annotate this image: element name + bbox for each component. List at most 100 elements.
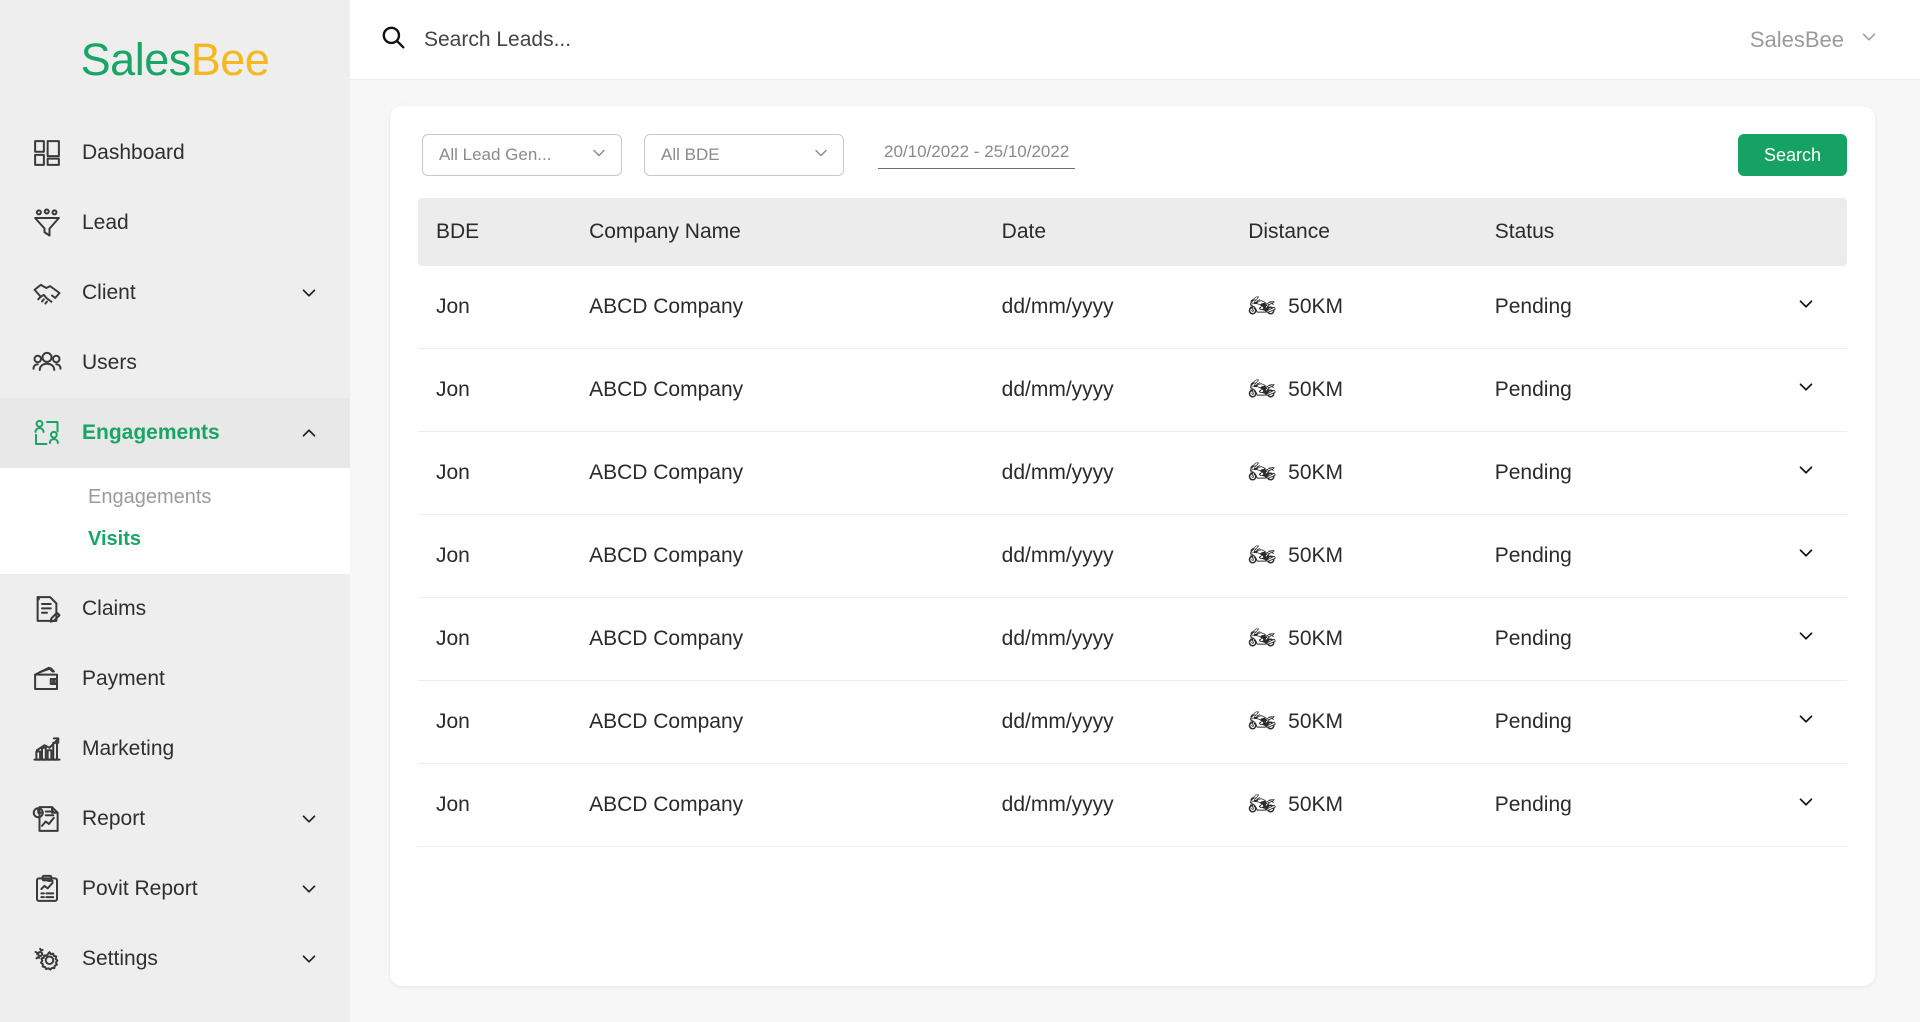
table-row[interactable]: Jon ABCD Company dd/mm/yyyy 🏍 50KM Pending <box>418 266 1847 349</box>
table-row[interactable]: Jon ABCD Company dd/mm/yyyy 🏍 50KM Pending <box>418 597 1847 681</box>
motorcycle-icon: 🏍 <box>1248 542 1277 567</box>
chevron-up-icon[interactable] <box>298 422 320 444</box>
table-row[interactable]: Jon ABCD Company dd/mm/yyyy 🏍 50KM Pending <box>418 431 1847 515</box>
sidebar-item-label: Dashboard <box>82 141 185 164</box>
sidebar-item-label: Engagements <box>82 421 220 444</box>
cell-company: ABCD Company <box>589 514 1002 598</box>
chevron-down-icon[interactable] <box>298 948 320 970</box>
chevron-down-icon[interactable] <box>298 282 320 304</box>
main-area: SalesBee All Lead Gen... All BDE <box>350 0 1920 1022</box>
sidebar-item-dashboard[interactable]: Dashboard <box>0 118 350 188</box>
search-input[interactable] <box>424 27 924 52</box>
cell-expand <box>1726 763 1847 847</box>
column-header-company: Company Name <box>589 220 741 243</box>
sidebar-item-label: Lead <box>82 211 129 234</box>
gear-icon <box>32 944 72 974</box>
user-menu[interactable]: SalesBee <box>1750 26 1880 53</box>
cell-date: dd/mm/yyyy <box>1001 763 1249 847</box>
cell-bde: Jon <box>418 514 590 598</box>
lead-gen-value: All Lead Gen... <box>439 145 552 164</box>
sidebar-item-lead[interactable]: Lead <box>0 188 350 258</box>
sidebar-item-label: Users <box>82 351 137 374</box>
distance-value: 50KM <box>1288 793 1343 816</box>
search-icon <box>380 24 406 55</box>
sidebar-item-payment[interactable]: Payment <box>0 644 350 714</box>
cell-status: Pending <box>1494 348 1727 432</box>
bde-value: All BDE <box>661 145 720 164</box>
table-row[interactable]: Jon ABCD Company dd/mm/yyyy 🏍 50KM Pending <box>418 514 1847 598</box>
cell-expand <box>1726 680 1847 764</box>
column-header-expand <box>1726 198 1847 266</box>
sidebar-item-label: Client <box>82 281 136 304</box>
app-logo[interactable]: SalesBee <box>0 0 350 118</box>
sidebar-submenu-engagements: Engagements Visits <box>0 468 350 574</box>
column-header-distance: Distance <box>1248 220 1330 243</box>
topbar: SalesBee <box>350 0 1920 80</box>
sidebar-item-users[interactable]: Users <box>0 328 350 398</box>
sidebar-item-label: Payment <box>82 667 165 690</box>
table-row[interactable]: Jon ABCD Company dd/mm/yyyy 🏍 50KM Pending <box>418 763 1847 847</box>
distance-value: 50KM <box>1288 378 1343 401</box>
cell-distance: 🏍 50KM <box>1248 348 1495 432</box>
bde-select[interactable]: All BDE <box>644 134 844 176</box>
date-range-picker[interactable]: 20/10/2022 - 25/10/2022 <box>878 142 1076 169</box>
lead-gen-select[interactable]: All Lead Gen... <box>422 134 622 176</box>
cell-company: ABCD Company <box>589 597 1002 681</box>
cell-date: dd/mm/yyyy <box>1001 348 1249 432</box>
column-header-bde: BDE <box>436 220 480 243</box>
motorcycle-icon: 🏍 <box>1248 708 1277 733</box>
sidebar-subitem-visits[interactable]: Visits <box>0 518 350 560</box>
cell-status: Pending <box>1494 431 1727 515</box>
cell-date: dd/mm/yyyy <box>1001 431 1249 515</box>
cell-expand <box>1726 514 1847 598</box>
table-row[interactable]: Jon ABCD Company dd/mm/yyyy 🏍 50KM Pending <box>418 348 1847 432</box>
logo-text-bee: Bee <box>190 33 270 85</box>
user-name: SalesBee <box>1749 26 1844 52</box>
sidebar-item-label: Report <box>82 807 146 830</box>
search-button[interactable]: Search <box>1737 134 1847 176</box>
row-expand-chevron-down-icon[interactable] <box>1795 459 1817 481</box>
motorcycle-icon: 🏍 <box>1248 625 1277 650</box>
table-head: BDE Company Name Date Distance Status <box>418 198 1847 266</box>
chevron-down-icon[interactable] <box>298 878 320 900</box>
claims-icon <box>32 594 72 624</box>
distance-value: 50KM <box>1288 627 1343 650</box>
cell-bde: Jon <box>418 266 590 349</box>
distance-value: 50KM <box>1288 461 1343 484</box>
row-expand-chevron-down-icon[interactable] <box>1795 791 1817 813</box>
cell-expand <box>1726 597 1847 681</box>
sidebar-item-povit-report[interactable]: Povit Report <box>0 854 350 924</box>
cell-date: dd/mm/yyyy <box>1001 514 1249 598</box>
row-expand-chevron-down-icon[interactable] <box>1795 625 1817 647</box>
sidebar-item-client[interactable]: Client <box>0 258 350 328</box>
sidebar-item-engagements[interactable]: Engagements <box>0 398 350 468</box>
column-header-status: Status <box>1494 220 1555 243</box>
sidebar-item-report[interactable]: Report <box>0 784 350 854</box>
row-expand-chevron-down-icon[interactable] <box>1795 376 1817 398</box>
row-expand-chevron-down-icon[interactable] <box>1795 708 1817 730</box>
content-area: All Lead Gen... All BDE 20/10/2022 - 25/… <box>350 80 1920 1022</box>
sidebar-subitem-engagements[interactable]: Engagements <box>0 476 350 518</box>
distance-value: 50KM <box>1288 295 1343 318</box>
sidebar-item-claims[interactable]: Claims <box>0 574 350 644</box>
sidebar-item-label: Settings <box>82 947 158 970</box>
motorcycle-icon: 🏍 <box>1248 791 1277 816</box>
table-row[interactable]: Jon ABCD Company dd/mm/yyyy 🏍 50KM Pending <box>418 680 1847 764</box>
row-expand-chevron-down-icon[interactable] <box>1795 542 1817 564</box>
report-icon <box>32 804 72 834</box>
sidebar-item-label: Marketing <box>82 737 175 760</box>
cell-status: Pending <box>1494 514 1727 598</box>
cell-bde: Jon <box>418 431 590 515</box>
chevron-down-icon[interactable] <box>298 808 320 830</box>
chevron-down-icon <box>811 143 831 168</box>
cell-status: Pending <box>1494 763 1727 847</box>
sidebar-item-marketing[interactable]: Marketing <box>0 714 350 784</box>
motorcycle-icon: 🏍 <box>1248 459 1277 484</box>
cell-expand <box>1726 431 1847 515</box>
cell-expand <box>1726 348 1847 432</box>
row-expand-chevron-down-icon[interactable] <box>1795 293 1817 315</box>
cell-date: dd/mm/yyyy <box>1001 597 1249 681</box>
sidebar-item-label: Claims <box>82 597 147 620</box>
sidebar: SalesBee Dashboard Lead Client Users Engagem… <box>0 0 350 1022</box>
sidebar-item-settings[interactable]: Settings <box>0 924 350 994</box>
